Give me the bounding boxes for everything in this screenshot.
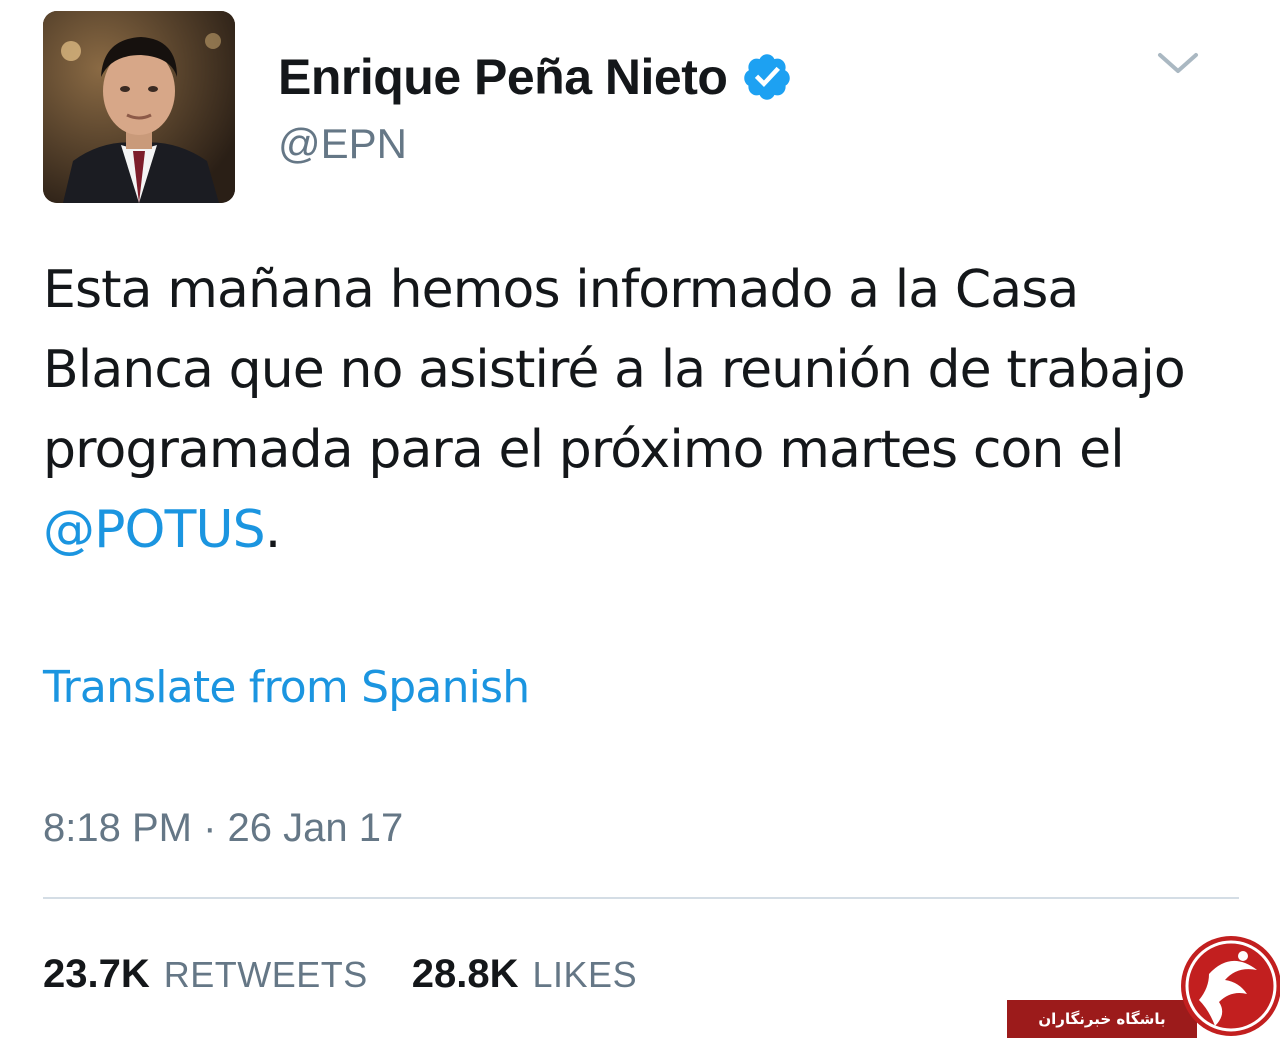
verified-badge-icon [741, 51, 793, 103]
likes-label: LIKES [532, 954, 638, 995]
retweets-label: RETWEETS [163, 954, 368, 995]
chevron-down-icon[interactable] [1156, 47, 1200, 79]
tweet-text-end: . [264, 500, 282, 560]
watermark-logo-icon [1181, 936, 1280, 1036]
retweets-count: 23.7K [43, 952, 150, 996]
likes-count: 28.8K [411, 952, 519, 996]
tweet-text-body: Esta mañana hemos informado a la Casa Bl… [43, 260, 1186, 480]
user-name-row: Enrique Peña Nieto [278, 44, 793, 110]
likes-stat[interactable]: 28.8K LIKES [412, 952, 637, 997]
mention-link[interactable]: @POTUS [43, 500, 266, 560]
tweet-stats: 23.7K RETWEETS 28.8K LIKES [43, 952, 637, 997]
display-name[interactable]: Enrique Peña Nieto [278, 48, 728, 106]
divider [43, 897, 1239, 899]
retweets-stat[interactable]: 23.7K RETWEETS [43, 952, 368, 997]
translate-link[interactable]: Translate from Spanish [43, 662, 530, 713]
watermark: باشگاه خبرنگاران [1007, 930, 1280, 1039]
user-handle[interactable]: @EPN [278, 120, 407, 168]
tweet-timestamp[interactable]: 8:18 PM · 26 Jan 17 [43, 806, 403, 851]
tweet-text: Esta mañana hemos informado a la Casa Bl… [43, 250, 1253, 570]
avatar[interactable] [43, 11, 235, 203]
avatar-portrait-image [43, 11, 235, 203]
